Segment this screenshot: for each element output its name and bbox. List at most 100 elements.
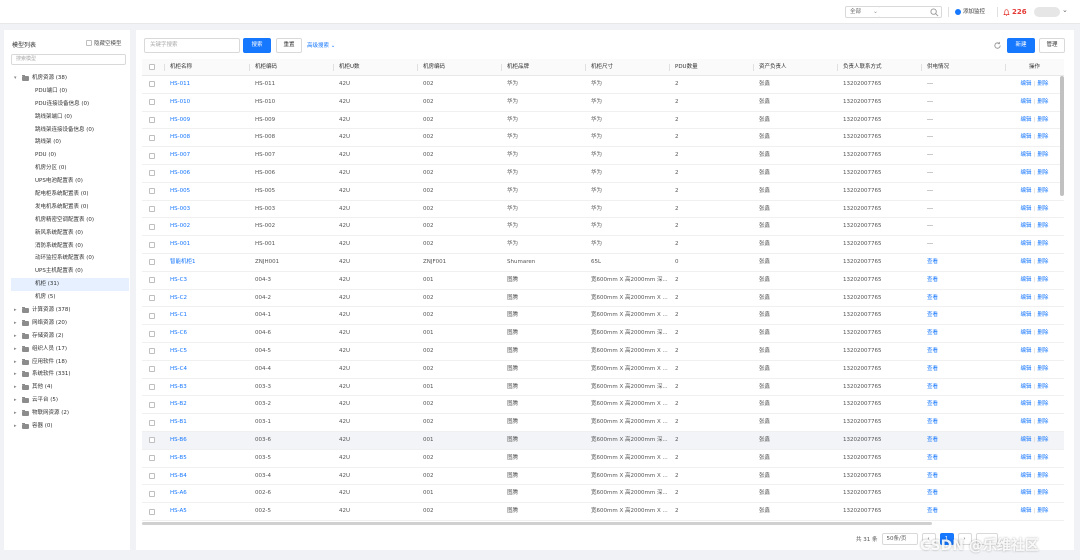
row-checkbox[interactable]	[149, 383, 155, 390]
vertical-scrollbar[interactable]	[1060, 76, 1064, 196]
view-power-link[interactable]: 查看	[921, 343, 1005, 360]
tree-item[interactable]: UPS电池配置表 (0)	[11, 175, 129, 188]
edit-link[interactable]: 编辑	[1021, 361, 1032, 378]
table-row[interactable]: HS-C4 004-4 42U 002 图腾 宽600mm X 高2000mm X ...…	[142, 361, 1064, 379]
table-row[interactable]: HS-C1 004-1 42U 002 图腾 宽600mm X 高2000mm X ...…	[142, 307, 1064, 326]
view-power-link[interactable]: 查看	[921, 325, 1005, 342]
column-header[interactable]: 负责人联系方式	[837, 59, 921, 75]
reset-button[interactable]: 重置	[276, 38, 302, 53]
table-row[interactable]: 智能机柜1 ZNJH001 42U ZNJF001 Shumaren 65L 0 张鑫 1320…	[142, 254, 1064, 272]
view-power-link[interactable]: 查看	[921, 361, 1005, 378]
checkbox[interactable]	[86, 40, 92, 46]
edit-link[interactable]: 编辑	[1021, 307, 1032, 324]
view-power-link[interactable]: 查看	[921, 468, 1005, 485]
cabinet-name-link[interactable]: HS-C3	[164, 272, 249, 289]
delete-link[interactable]: 删除	[1037, 290, 1048, 307]
delete-link[interactable]: 删除	[1037, 236, 1048, 253]
edit-link[interactable]: 编辑	[1021, 165, 1032, 182]
tree-item[interactable]: 机房精密空调配置表 (0)	[11, 214, 129, 227]
view-power-link[interactable]: 查看	[921, 432, 1005, 449]
cabinet-name-link[interactable]: HS-005	[164, 183, 249, 200]
tree-item[interactable]: ▸ 应用软件 (18)	[11, 356, 129, 369]
tree-item[interactable]: ▸ 云平台 (5)	[11, 394, 129, 407]
select-all-checkbox[interactable]	[149, 64, 155, 70]
cabinet-name-link[interactable]: HS-001	[164, 236, 249, 253]
caret-down-icon[interactable]: ▾	[14, 72, 19, 85]
cabinet-name-link[interactable]: HS-B5	[164, 450, 249, 467]
tree-item[interactable]: ▸ 组织人员 (17)	[11, 343, 129, 356]
tree-item[interactable]: 发电机系统配置表 (0)	[11, 201, 129, 214]
table-row[interactable]: HS-002 HS-002 42U 002 华为 华为 2 张鑫 13202007765 --- 编…	[142, 218, 1064, 237]
page-size-select[interactable]: 50条/页	[881, 533, 918, 545]
global-search-input[interactable]	[880, 6, 942, 18]
cabinet-name-link[interactable]: HS-C5	[164, 343, 249, 360]
caret-right-icon[interactable]: ▸	[14, 420, 19, 433]
tree-item[interactable]: 配电柜系统配置表 (0)	[11, 188, 129, 201]
delete-link[interactable]: 删除	[1037, 361, 1048, 378]
delete-link[interactable]: 删除	[1037, 254, 1048, 271]
delete-link[interactable]: 删除	[1037, 76, 1048, 93]
caret-right-icon[interactable]: ▸	[14, 317, 19, 330]
row-checkbox[interactable]	[149, 116, 155, 123]
tree-item[interactable]: 消防系统配置表 (0)	[11, 240, 129, 253]
tree-item[interactable]: 机房分区 (0)	[11, 162, 129, 175]
cabinet-name-link[interactable]: HS-007	[164, 147, 249, 164]
cabinet-name-link[interactable]: HS-B4	[164, 468, 249, 485]
view-power-link[interactable]: 查看	[921, 307, 1005, 324]
caret-right-icon[interactable]: ▸	[14, 330, 19, 343]
tree-item[interactable]: ▸ 物联网资源 (2)	[11, 407, 129, 420]
new-button[interactable]: 新建	[1007, 38, 1035, 53]
delete-link[interactable]: 删除	[1037, 432, 1048, 449]
table-row[interactable]: HS-B4 003-4 42U 002 图腾 宽600mm X 高2000mm X ...…	[142, 468, 1064, 486]
cabinet-name-link[interactable]: HS-009	[164, 112, 249, 129]
caret-right-icon[interactable]: ▸	[14, 304, 19, 317]
edit-link[interactable]: 编辑	[1021, 290, 1032, 307]
tree-item[interactable]: ▸ 计算资源 (378)	[11, 304, 129, 317]
cabinet-name-link[interactable]: 智能机柜1	[164, 254, 249, 271]
chevron-down-icon[interactable]: ⌄	[1062, 6, 1068, 14]
edit-link[interactable]: 编辑	[1021, 201, 1032, 218]
row-checkbox[interactable]	[149, 330, 155, 337]
tree-item[interactable]: ▸ 存储资源 (2)	[11, 330, 129, 343]
row-checkbox[interactable]	[149, 419, 155, 426]
cabinet-name-link[interactable]: HS-008	[164, 129, 249, 146]
edit-link[interactable]: 编辑	[1021, 379, 1032, 396]
cabinet-name-link[interactable]: HS-C4	[164, 361, 249, 378]
model-search-input[interactable]: 搜索模型	[11, 54, 126, 65]
cabinet-name-link[interactable]: HS-006	[164, 165, 249, 182]
user-avatar[interactable]	[1034, 7, 1060, 17]
row-checkbox[interactable]	[149, 294, 155, 301]
cabinet-name-link[interactable]: HS-C1	[164, 307, 249, 324]
edit-link[interactable]: 编辑	[1021, 343, 1032, 360]
column-header[interactable]: 机柜品牌	[501, 59, 585, 75]
view-power-link[interactable]: 查看	[921, 503, 1005, 520]
table-row[interactable]: HS-009 HS-009 42U 002 华为 华为 2 张鑫 13202007765 --- 编…	[142, 112, 1064, 130]
column-header[interactable]: 机柜编码	[249, 59, 333, 75]
table-row[interactable]: HS-A5 002-5 42U 002 图腾 宽600mm X 高2000mm X ...…	[142, 503, 1064, 521]
caret-right-icon[interactable]: ▸	[14, 356, 19, 369]
cabinet-name-link[interactable]: HS-011	[164, 76, 249, 93]
row-checkbox[interactable]	[149, 223, 155, 230]
alarm-button[interactable]: 226	[1003, 6, 1027, 18]
table-row[interactable]: HS-008 HS-008 42U 002 华为 华为 2 张鑫 13202007765 --- 编…	[142, 129, 1064, 148]
delete-link[interactable]: 删除	[1037, 112, 1048, 129]
view-power-link[interactable]: 查看	[921, 396, 1005, 413]
cabinet-name-link[interactable]: HS-B3	[164, 379, 249, 396]
table-row[interactable]: HS-C2 004-2 42U 002 图腾 宽600mm X 高2000mm X ...…	[142, 290, 1064, 308]
caret-right-icon[interactable]: ▸	[14, 381, 19, 394]
delete-link[interactable]: 删除	[1037, 272, 1048, 289]
edit-link[interactable]: 编辑	[1021, 254, 1032, 271]
tree-item[interactable]: 机房 (5)	[11, 291, 129, 304]
edit-link[interactable]: 编辑	[1021, 129, 1032, 146]
tree-item[interactable]: 跳线架连接设备信息 (0)	[11, 124, 129, 137]
table-row[interactable]: HS-A6 002-6 42U 001 图腾 宽600mm X 高2000mm 深... 2…	[142, 485, 1064, 504]
edit-link[interactable]: 编辑	[1021, 325, 1032, 342]
table-row[interactable]: HS-B3 003-3 42U 001 图腾 宽600mm X 高2000mm 深... 2…	[142, 379, 1064, 397]
view-power-link[interactable]: 查看	[921, 485, 1005, 502]
edit-link[interactable]: 编辑	[1021, 183, 1032, 200]
cabinet-name-link[interactable]: HS-C6	[164, 325, 249, 342]
tree-item[interactable]: PDU端口 (0)	[11, 85, 129, 98]
edit-link[interactable]: 编辑	[1021, 94, 1032, 111]
table-row[interactable]: HS-B2 003-2 42U 002 图腾 宽600mm X 高2000mm X ...…	[142, 396, 1064, 415]
column-header[interactable]: 供电情况	[921, 59, 1005, 75]
